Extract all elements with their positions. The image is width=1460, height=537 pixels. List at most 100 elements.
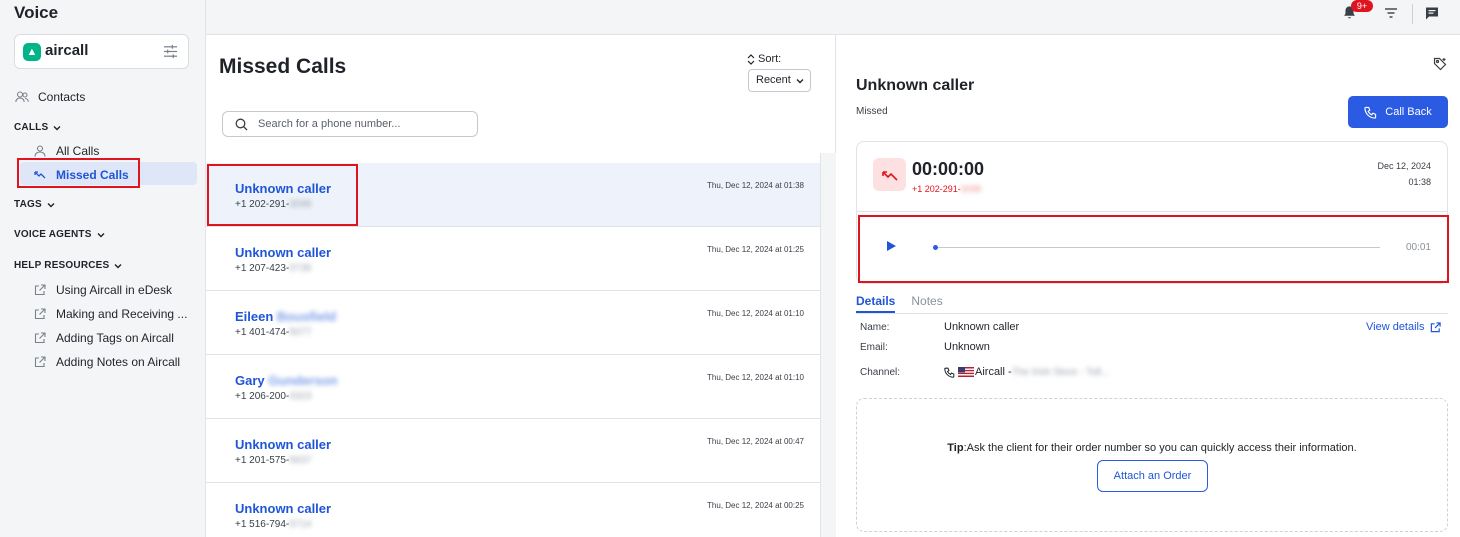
call-timestamp: Thu, Dec 12, 2024 at 01:38 [707,181,804,190]
section-label: VOICE AGENTS [14,229,92,240]
chat-icon[interactable] [1425,6,1439,20]
help-link-label: Using Aircall in eDesk [56,282,173,297]
name-label: Name: [860,322,890,333]
call-row[interactable]: Unknown caller +1 202-291-3098 Thu, Dec … [206,163,820,227]
caller-number: +1 401-474-5077 [235,327,312,338]
tab-notes[interactable]: Notes [911,294,942,313]
integration-name: aircall [45,42,89,59]
caller-number: +1 516-794-5714 [235,519,312,530]
section-calls[interactable]: CALLS [14,122,61,133]
call-row[interactable]: Unknown caller +1 207-423-0735 Thu, Dec … [206,227,820,291]
call-date-time: 01:38 [1408,177,1431,187]
chevron-down-icon [47,202,55,207]
phone-icon [944,367,955,378]
caller-name: Unknown caller [235,181,332,196]
search-box[interactable] [222,111,478,137]
hidden-digits: 5077 [289,327,312,338]
channel-hidden: The Irish Store - Toll... [1011,366,1110,378]
call-row[interactable]: Unknown caller +1 201-575-5637 Thu, Dec … [206,419,820,483]
help-link-using-aircall[interactable]: Using Aircall in eDesk [32,282,172,297]
caller-name: Unknown caller [235,245,332,260]
missed-call-icon [873,158,906,191]
external-link-icon [32,306,47,321]
aircall-logo-icon: ▲ [23,43,41,61]
top-bar [206,0,1460,35]
call-back-label: Call Back [1385,106,1432,118]
settings-sliders-icon[interactable] [163,44,178,59]
chevron-down-icon [796,79,804,84]
sidebar-item-all-calls[interactable]: All Calls [32,143,99,158]
sidebar-item-label: All Calls [56,143,100,158]
search-icon [235,118,248,131]
phone-icon [1364,106,1377,119]
external-link-icon [32,330,47,345]
external-link-icon [1430,321,1441,332]
call-date: Dec 12, 2024 01:38 [1377,158,1431,190]
caller-name: Eileen Bousfield [235,309,337,324]
hidden-digits: 3098 [289,199,312,210]
card-divider [857,211,1447,212]
section-label: HELP RESOURCES [14,260,110,271]
help-link-making-receiving[interactable]: Making and Receiving ... [32,306,187,321]
call-timestamp: Thu, Dec 12, 2024 at 00:47 [707,437,804,446]
call-date-day: Dec 12, 2024 [1377,161,1431,171]
tag-icon[interactable] [1433,57,1447,71]
playback-handle[interactable] [933,245,938,250]
call-row[interactable]: Eileen Bousfield +1 401-474-5077 Thu, De… [206,291,820,355]
playback-track[interactable] [933,247,1380,248]
help-link-adding-tags[interactable]: Adding Tags on Aircall [32,330,174,345]
caller-name: Unknown caller [235,437,332,452]
channel-label: Channel: [860,367,901,378]
hidden-digits: 4323 [289,391,312,402]
tip-text: Tip:Ask the client for their order numbe… [857,442,1447,454]
view-details-label: View details [1366,321,1425,333]
missed-call-icon [32,167,47,182]
help-link-label: Making and Receiving ... [56,306,188,321]
integration-selector[interactable]: ▲ aircall [14,34,189,69]
call-row[interactable]: Gary Gunderson +1 206-200-4323 Thu, Dec … [206,355,820,419]
section-help-resources[interactable]: HELP RESOURCES [14,260,122,271]
sort-dropdown[interactable]: Recent [748,69,811,92]
call-timestamp: Thu, Dec 12, 2024 at 01:10 [707,309,804,318]
call-row[interactable]: Unknown caller +1 516-794-5714 Thu, Dec … [206,483,820,537]
help-link-adding-notes[interactable]: Adding Notes on Aircall [32,354,180,369]
tab-details[interactable]: Details [856,294,896,313]
call-back-button[interactable]: Call Back [1348,96,1448,128]
call-detail-panel: Unknown caller Missed Call Back 00:00:00… [836,35,1460,537]
call-timestamp: Thu, Dec 12, 2024 at 01:25 [707,245,804,254]
sidebar: Voice ▲ aircall Contacts CALLS All Calls… [0,0,206,537]
section-voice-agents[interactable]: VOICE AGENTS [14,229,105,240]
help-link-label: Adding Notes on Aircall [56,354,181,369]
sort-label-text: Sort: [758,53,782,65]
section-tags[interactable]: TAGS [14,199,55,210]
hidden-digits: 3098 [960,184,981,194]
app-title: Voice [14,3,59,22]
hidden-digits: 5714 [289,519,312,530]
sidebar-item-label: Contacts [38,89,86,104]
sort-label: Sort: [747,53,781,65]
caller-number: +1 201-575-5637 [235,455,312,466]
person-icon [32,143,47,158]
scrollbar[interactable] [820,153,836,537]
caller-number: +1 202-291-3098 [912,184,981,194]
caller-number: +1 207-423-0735 [235,263,312,274]
caller-number: +1 202-291-3098 [235,199,312,210]
filter-icon[interactable] [1384,7,1398,19]
play-icon[interactable] [885,240,897,252]
sidebar-item-missed-calls[interactable]: Missed Calls [32,167,129,182]
channel-name: Aircall - [975,366,1012,378]
search-input[interactable] [258,116,468,132]
us-flag-icon [958,367,974,377]
hidden-surname: Gunderson [268,373,338,388]
sidebar-item-contacts[interactable]: Contacts [14,89,85,104]
view-details-link[interactable]: View details [1366,321,1441,333]
channel-value: Aircall - The Irish Store - Toll... [944,366,1109,378]
detail-title: Unknown caller [856,77,975,94]
recording-card: 00:00:00 +1 202-291-3098 Dec 12, 2024 01… [856,141,1448,284]
sidebar-item-label: Missed Calls [56,167,129,182]
chevron-down-icon [53,125,61,130]
name-value: Unknown caller [944,321,1020,333]
attach-order-button[interactable]: Attach an Order [1097,460,1208,492]
call-list: Unknown caller +1 202-291-3098 Thu, Dec … [206,163,820,537]
help-link-label: Adding Tags on Aircall [56,330,174,345]
